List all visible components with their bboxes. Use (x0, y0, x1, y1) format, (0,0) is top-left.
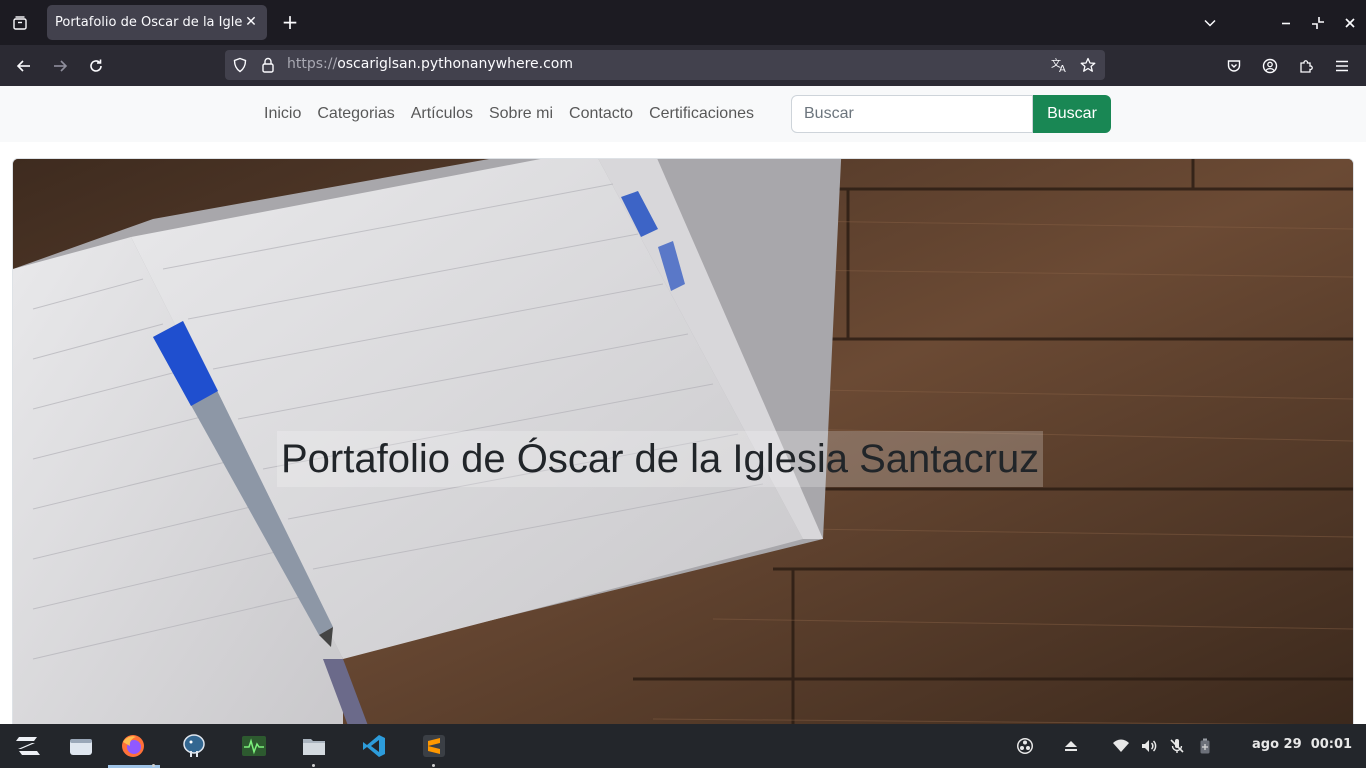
battery-icon[interactable] (1196, 737, 1214, 755)
wifi-icon[interactable] (1112, 737, 1130, 755)
browser-tab-strip: Portafolio de Óscar de la Iglesia Santac… (0, 0, 1366, 45)
active-tab[interactable]: Portafolio de Óscar de la Iglesia Santac… (47, 5, 267, 40)
nav-link-contacto[interactable]: Contacto (561, 103, 641, 125)
web-page: Inicio Categorias Artículos Sobre mi Con… (0, 86, 1366, 724)
new-tab-button[interactable]: + (278, 11, 302, 35)
files-window-icon[interactable] (67, 732, 95, 760)
tracking-protection-shield-icon[interactable] (231, 56, 249, 74)
pgadmin-elephant-icon[interactable] (180, 732, 208, 760)
clock-date: ago 29 (1252, 737, 1302, 752)
firefox-icon[interactable] (119, 732, 147, 760)
list-all-tabs-icon[interactable] (8, 11, 32, 35)
volume-icon[interactable] (1140, 737, 1158, 755)
forward-arrow-icon[interactable] (47, 53, 73, 79)
translate-icon[interactable]: 文A (1051, 56, 1069, 74)
running-indicator (152, 764, 155, 767)
microphone-muted-icon[interactable] (1168, 737, 1186, 755)
url-text[interactable]: https://oscariglsan.pythonanywhere.com (287, 56, 573, 72)
tab-title: Portafolio de Óscar de la Iglesia Santac… (55, 15, 243, 30)
site-nav-links: Inicio Categorias Artículos Sobre mi Con… (256, 103, 762, 125)
address-bar[interactable]: https://oscariglsan.pythonanywhere.com 文… (225, 50, 1105, 80)
eject-icon[interactable] (1062, 737, 1080, 755)
chevron-down-icon[interactable] (1198, 11, 1222, 35)
vscode-icon[interactable] (360, 732, 388, 760)
hero-banner: Portafolio de Óscar de la Iglesia Santac… (12, 158, 1354, 724)
clock[interactable]: ago 29 00:01 (1252, 737, 1352, 752)
search-input[interactable] (791, 95, 1033, 133)
nav-link-certificaciones[interactable]: Certificaciones (641, 103, 762, 125)
nav-link-articulos[interactable]: Artículos (403, 103, 481, 125)
running-indicator (432, 764, 435, 767)
close-window-icon[interactable] (1338, 11, 1362, 35)
account-icon[interactable] (1257, 53, 1283, 79)
url-host: oscariglsan.pythonanywhere.com (337, 56, 573, 72)
clock-time: 00:01 (1310, 737, 1353, 752)
padlock-icon[interactable] (259, 56, 277, 74)
running-indicator (312, 764, 315, 767)
reload-icon[interactable] (83, 53, 109, 79)
close-tab-icon[interactable]: ✕ (243, 14, 259, 30)
svg-text:A: A (1059, 64, 1066, 73)
extensions-puzzle-icon[interactable] (1293, 53, 1319, 79)
browser-navigation-toolbar: https://oscariglsan.pythonanywhere.com 文… (0, 45, 1366, 86)
sublime-text-icon[interactable] (420, 732, 448, 760)
hero-title: Portafolio de Óscar de la Iglesia Santac… (277, 431, 1044, 487)
url-scheme: https:// (287, 56, 338, 72)
zorin-menu-icon[interactable] (14, 732, 42, 760)
back-arrow-icon[interactable] (11, 53, 37, 79)
nav-link-categorias[interactable]: Categorias (309, 103, 402, 125)
pocket-icon[interactable] (1221, 53, 1247, 79)
nav-link-sobre-mi[interactable]: Sobre mi (481, 103, 561, 125)
file-manager-icon[interactable] (300, 732, 328, 760)
desktop-taskbar: ago 29 00:01 (0, 724, 1366, 768)
search-button[interactable]: Buscar (1033, 95, 1111, 133)
minimize-window-icon[interactable] (1274, 11, 1298, 35)
bookmark-star-icon[interactable] (1079, 56, 1097, 74)
obs-tray-icon[interactable] (1016, 737, 1034, 755)
nav-link-inicio[interactable]: Inicio (256, 103, 309, 125)
system-monitor-icon[interactable] (240, 732, 268, 760)
restore-window-icon[interactable] (1306, 11, 1330, 35)
menu-hamburger-icon[interactable] (1329, 53, 1355, 79)
site-navbar: Inicio Categorias Artículos Sobre mi Con… (0, 86, 1366, 142)
